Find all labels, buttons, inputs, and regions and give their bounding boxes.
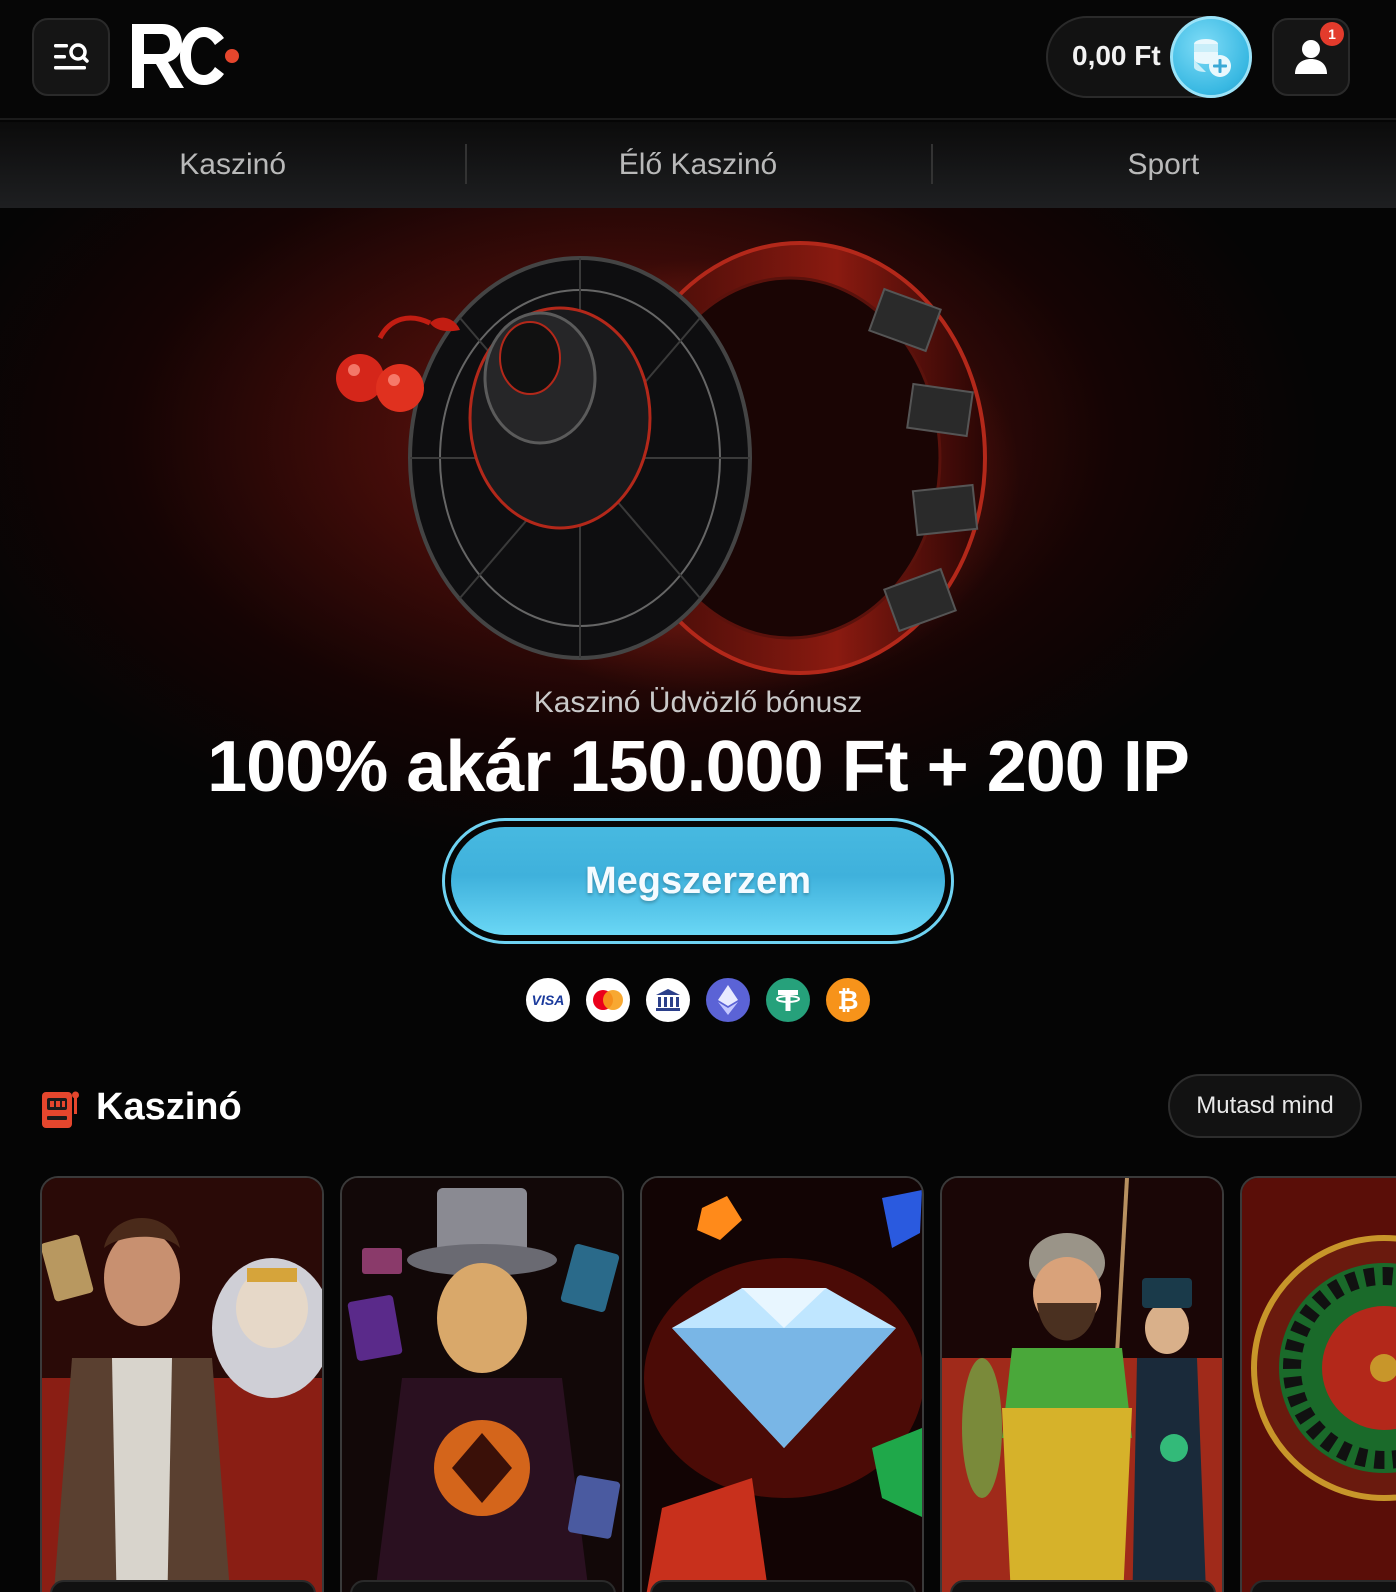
game-thumbnail (642, 1178, 922, 1592)
game-thumbnail (942, 1178, 1222, 1592)
payment-methods: VISA ₿ (526, 978, 870, 1022)
visa-label: VISA (531, 992, 565, 1008)
casino-section-title: Kaszinó (96, 1086, 242, 1128)
game-card-roulette[interactable] (1240, 1176, 1396, 1592)
game-thumbnail (1242, 1178, 1396, 1592)
game-card-footer (650, 1580, 916, 1592)
nav-tab-sport[interactable]: Sport (930, 122, 1396, 208)
bonus-subtitle: Kaszinó Üdvözlő bónusz (533, 686, 863, 719)
top-header: 0,00 Ft 1 (0, 0, 1396, 120)
bitcoin-icon: ₿ (826, 978, 870, 1022)
rc-logo[interactable] (128, 18, 248, 94)
game-card-footer (350, 1580, 616, 1592)
game-thumbnail (42, 1178, 322, 1592)
menu-search-button[interactable] (32, 18, 110, 96)
show-all-button[interactable]: Mutasd mind (1168, 1074, 1362, 1138)
visa-icon: VISA (526, 978, 570, 1022)
nav-tab-live-casino[interactable]: Élő Kaszinó (465, 122, 930, 208)
user-icon (1295, 40, 1327, 74)
casino-section-header: Kaszinó Mutasd mind (40, 1074, 1362, 1152)
main-nav: Kaszinó Élő Kaszinó Sport (0, 122, 1396, 208)
game-card-footer (950, 1580, 1216, 1592)
claim-button-outline: Megszerzem (442, 818, 954, 944)
coins-plus-icon (1194, 39, 1231, 77)
claim-bonus-button[interactable]: Megszerzem (451, 827, 945, 935)
notification-badge: 1 (1320, 22, 1344, 46)
balance-pill[interactable]: 0,00 Ft (1046, 16, 1252, 98)
game-thumbnail (342, 1178, 622, 1592)
bank-icon (646, 978, 690, 1022)
game-card-diamond[interactable] (640, 1176, 924, 1592)
mastercard-icon (586, 978, 630, 1022)
game-card-magician[interactable] (340, 1176, 624, 1592)
roulette-wheel-artwork (336, 241, 1020, 698)
tether-icon (766, 978, 810, 1022)
game-card-footer (50, 1580, 316, 1592)
game-card-fisherman[interactable] (940, 1176, 1224, 1592)
menu-search-icon (54, 43, 89, 70)
game-card-footer (1250, 1580, 1396, 1592)
ethereum-icon (706, 978, 750, 1022)
balance-amount: 0,00 Ft (1072, 40, 1161, 71)
deposit-button[interactable] (1170, 16, 1252, 98)
slot-machine-icon (42, 1091, 79, 1128)
bonus-title: 100% akár 150.000 Ft + 200 IP (207, 727, 1190, 807)
nav-tab-casino[interactable]: Kaszinó (0, 122, 465, 208)
game-card-adventurer-zeus[interactable] (40, 1176, 324, 1592)
welcome-bonus-banner: Kaszinó Üdvözlő bónusz 100% akár 150.000… (0, 208, 1396, 1058)
casino-game-carousel (40, 1176, 1396, 1592)
